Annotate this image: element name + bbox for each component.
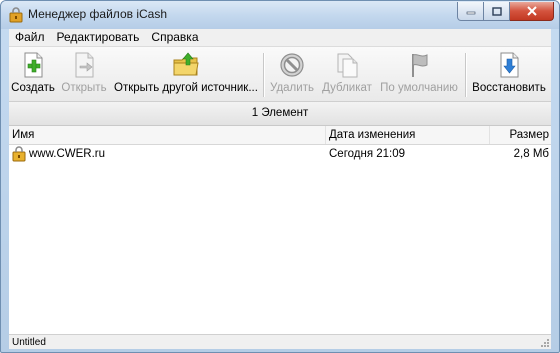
set-default-button[interactable]: По умолчанию (378, 47, 460, 101)
close-icon (526, 6, 537, 16)
restore-button[interactable]: Восстановить (471, 47, 547, 101)
column-divider[interactable] (489, 126, 490, 144)
menu-help[interactable]: Справка (145, 29, 204, 46)
window-controls (457, 2, 554, 21)
minimize-icon (466, 11, 475, 15)
status-bar: Untitled (9, 334, 551, 349)
new-document-icon (24, 52, 43, 78)
close-button[interactable] (510, 2, 554, 21)
file-date: Сегодня 21:09 (329, 148, 406, 160)
restore-label: Восстановить (472, 82, 546, 94)
set-default-label: По умолчанию (380, 82, 458, 94)
maximize-button[interactable] (484, 2, 510, 21)
column-name-header[interactable]: Имя (12, 126, 34, 144)
open-button[interactable]: Открыть (61, 47, 107, 101)
table-row[interactable]: www.CWER.ru Сегодня 21:09 2,8 Мб (9, 145, 551, 163)
duplicate-label: Дубликат (322, 82, 372, 94)
menu-file[interactable]: Файл (9, 29, 51, 46)
restore-download-icon (500, 52, 519, 78)
open-document-icon (75, 52, 94, 78)
app-window: Менеджер файлов iCash Файл Редактировать… (0, 0, 560, 353)
menu-bar: Файл Редактировать Справка (9, 29, 551, 47)
file-list[interactable]: Имя Дата изменения Размер www.CWER.ru Се… (9, 126, 551, 334)
folder-upload-icon (173, 52, 199, 76)
locked-file-icon (12, 146, 26, 162)
item-count: 1 Элемент (251, 107, 309, 119)
toolbar: Создать Открыть Открыть другой источник.… (9, 47, 551, 102)
open-label: Открыть (61, 82, 107, 94)
open-other-source-label: Открыть другой источник... (114, 82, 258, 94)
open-other-source-button[interactable]: Открыть другой источник... (113, 47, 259, 101)
resize-grip-icon[interactable] (540, 338, 550, 348)
column-header: Имя Дата изменения Размер (9, 126, 551, 145)
file-size: 2,8 Мб (513, 148, 549, 160)
delete-label: Удалить (270, 82, 314, 94)
minimize-button[interactable] (457, 2, 484, 21)
delete-icon (280, 53, 304, 77)
file-name: www.CWER.ru (29, 148, 106, 160)
duplicate-icon (337, 53, 358, 78)
window-title: Менеджер файлов iCash (28, 7, 168, 21)
column-size-header[interactable]: Размер (509, 126, 549, 144)
toolbar-separator (263, 53, 265, 97)
column-date-header[interactable]: Дата изменения (329, 126, 415, 144)
create-button[interactable]: Создать (11, 47, 55, 101)
menu-edit[interactable]: Редактировать (51, 29, 146, 46)
app-icon (9, 7, 23, 23)
status-text: Untitled (12, 337, 46, 348)
flag-icon (412, 54, 428, 77)
create-label: Создать (11, 82, 55, 94)
delete-button[interactable]: Удалить (268, 47, 316, 101)
item-count-bar: 1 Элемент (9, 102, 551, 126)
column-divider[interactable] (325, 126, 326, 144)
title-bar[interactable]: Менеджер файлов iCash (1, 1, 559, 29)
toolbar-separator (465, 53, 467, 97)
maximize-icon (491, 6, 502, 16)
duplicate-button[interactable]: Дубликат (319, 47, 375, 101)
